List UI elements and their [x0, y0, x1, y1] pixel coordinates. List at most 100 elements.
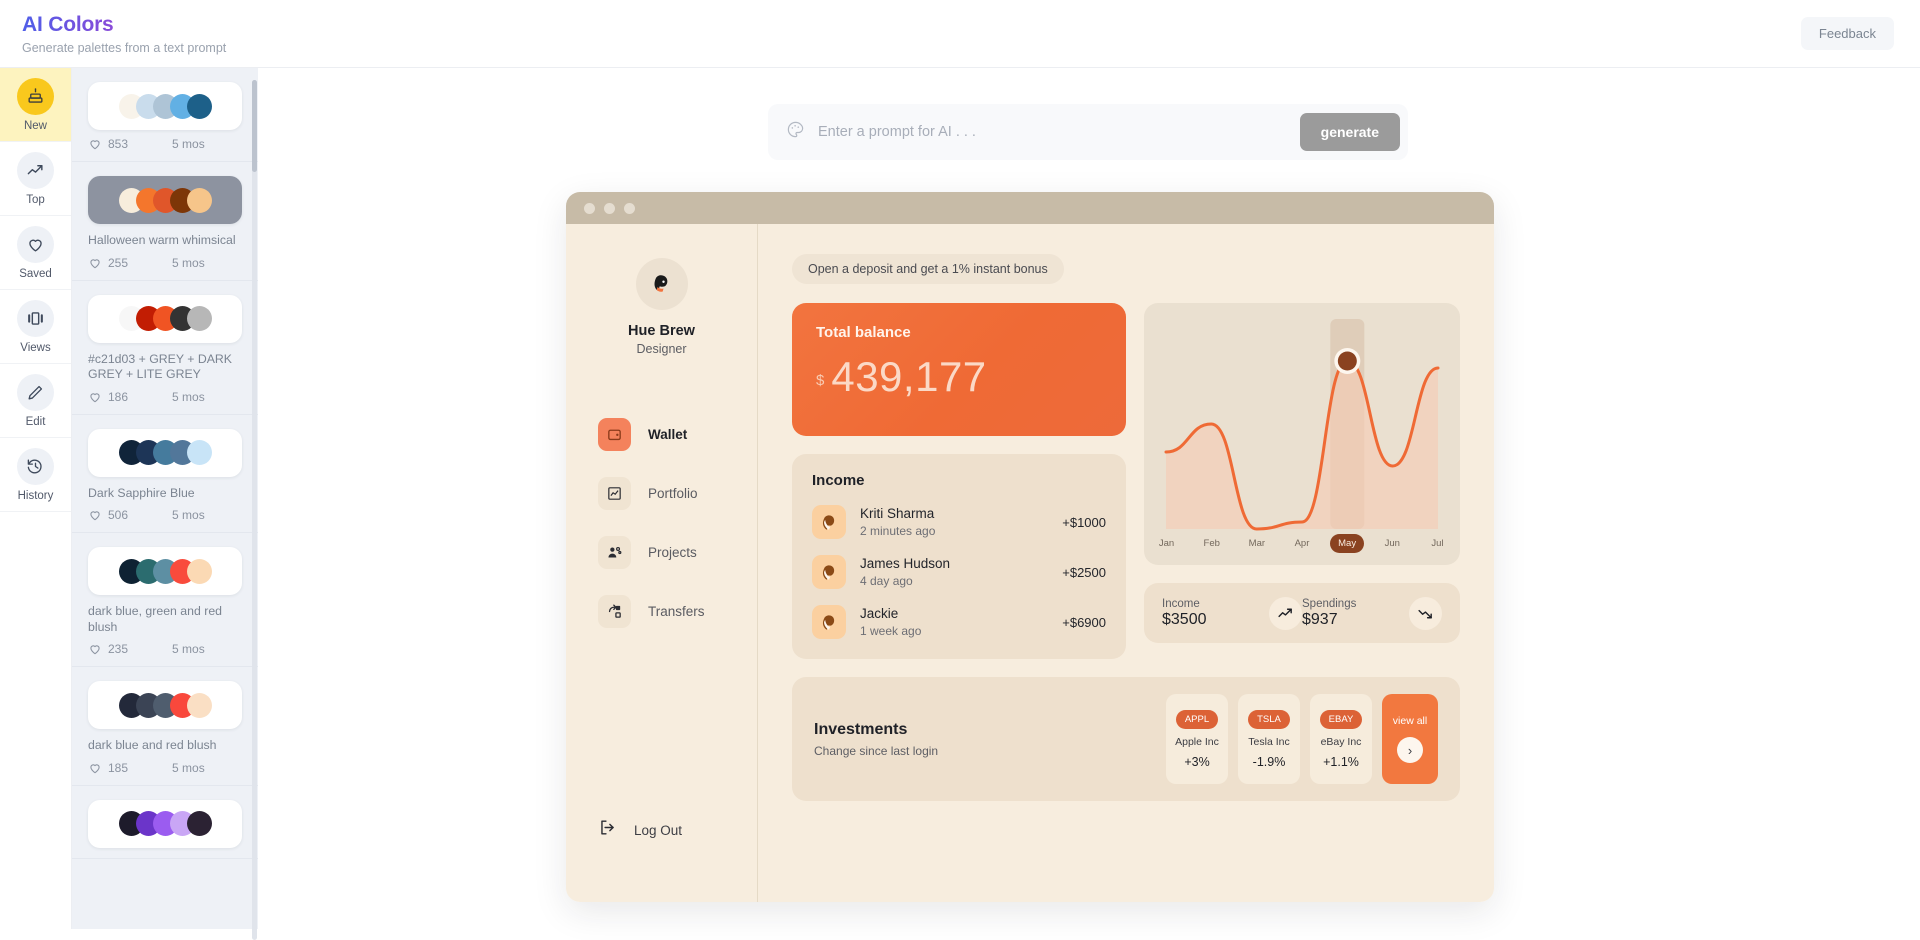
stock-card[interactable]: TSLA Tesla Inc -1.9% [1238, 694, 1300, 784]
chart-month-jan[interactable]: Jan [1150, 534, 1184, 553]
palette-list-item[interactable]: 853 5 mos [72, 68, 258, 162]
stock-ticker: APPL [1175, 709, 1219, 729]
like-count[interactable]: 255 [88, 256, 128, 270]
preview-nav-portfolio[interactable]: Portfolio [598, 477, 757, 510]
palette-swatches[interactable] [88, 547, 242, 595]
trend-up-icon [1269, 596, 1302, 630]
user-role: Designer [636, 342, 687, 356]
stock-change: +1.1% [1323, 754, 1359, 769]
left-nav-rail: New Top Saved Views Edit History [0, 68, 72, 929]
total-balance-card: Total balance $ 439,177 [792, 303, 1126, 436]
like-count[interactable]: 506 [88, 508, 128, 522]
preview-nav-wallet[interactable]: Wallet [598, 418, 757, 451]
sidebar-item-history[interactable]: History [0, 438, 71, 512]
preview-grid: Total balance $ 439,177 Income Kriti Sha… [792, 303, 1460, 659]
palette-swatches[interactable] [88, 681, 242, 729]
palette-name: dark blue, green and red blush [88, 604, 222, 634]
like-count-value: 235 [108, 642, 129, 656]
chart-month-feb[interactable]: Feb [1195, 534, 1229, 553]
preview-nav-projects[interactable]: Projects [598, 536, 757, 569]
page-title: AI Colors [22, 13, 226, 37]
stock-card[interactable]: APPL Apple Inc +3% [1166, 694, 1228, 784]
stat-label: Income [1162, 597, 1200, 610]
palette-swatches[interactable] [88, 799, 242, 848]
chart-month-mar[interactable]: Mar [1240, 534, 1274, 553]
palette-meta: 255 5 mos [88, 256, 242, 270]
chart-x-axis[interactable]: Jan Feb Mar Apr May Jun Jul [1144, 534, 1460, 553]
sidebar-item-label: Views [20, 341, 51, 354]
window-dot-close[interactable] [584, 202, 595, 214]
preview-body: Hue Brew Designer Wallet Portfolio Proje… [566, 224, 1494, 902]
sidebar-item-saved[interactable]: Saved [0, 216, 71, 290]
chart-month-may[interactable]: May [1330, 534, 1365, 553]
preview-left-column: Total balance $ 439,177 Income Kriti Sha… [792, 303, 1126, 659]
search-input[interactable] [818, 124, 1300, 140]
investments-title: Investments [814, 720, 908, 738]
balance-value: 439,177 [831, 353, 987, 400]
palette-meta: 186 5 mos [88, 390, 242, 404]
palette-age: 5 mos [172, 389, 205, 404]
prompt-bar[interactable]: generate [768, 104, 1408, 160]
income-row[interactable]: James Hudson 4 day ago +$2500 [812, 555, 1106, 589]
scrollbar-thumb[interactable] [252, 80, 257, 172]
window-dot-maximize[interactable] [624, 202, 635, 214]
palette-swatches[interactable] [88, 428, 242, 477]
palette-list-item[interactable]: dark blue and red blush 185 5 mos [72, 667, 258, 786]
stock-ticker: EBAY [1319, 709, 1363, 729]
avatar [812, 505, 846, 539]
preview-nav-label: Projects [648, 545, 697, 560]
trending-up-icon [17, 151, 54, 189]
palette-list-item[interactable]: Dark Sapphire Blue 506 5 mos [72, 415, 258, 533]
like-count[interactable]: 853 [88, 137, 128, 151]
like-count[interactable]: 185 [88, 761, 128, 775]
income-row[interactable]: Kriti Sharma 2 minutes ago +$1000 [812, 505, 1106, 539]
palette-swatches[interactable] [88, 82, 242, 130]
sidebar-item-label: History [17, 489, 54, 502]
balance-label: Total balance [816, 324, 911, 341]
avatar [812, 605, 846, 639]
like-count[interactable]: 186 [88, 390, 128, 404]
palette-list-item[interactable]: #c21d03 + GREY + DARK GREY + LITE GREY 1… [72, 281, 258, 415]
palette-list-item[interactable] [72, 786, 258, 859]
main-area: generate Hue Brew Designer [260, 68, 1920, 929]
like-count[interactable]: 235 [88, 642, 128, 656]
generate-button[interactable]: generate [1299, 113, 1400, 151]
sidebar-item-edit[interactable]: Edit [0, 364, 71, 438]
palette-swatches[interactable] [88, 176, 242, 224]
stock-card[interactable]: EBAY eBay Inc +1.1% [1310, 694, 1372, 784]
view-all-button[interactable]: view all › [1382, 694, 1438, 784]
stock-ticker: TSLA [1248, 709, 1290, 729]
projects-icon [598, 536, 631, 569]
stock-name: Tesla Inc [1248, 735, 1290, 748]
chart-month-jun[interactable]: Jun [1375, 534, 1409, 553]
stock-name: Apple Inc [1175, 735, 1219, 748]
preview-nav-transfers[interactable]: Transfers [598, 595, 757, 628]
chart-month-jul[interactable]: Jul [1420, 534, 1454, 553]
window-dot-minimize[interactable] [604, 202, 615, 214]
palette-age: 5 mos [172, 255, 205, 270]
sidebar-item-label: Edit [25, 415, 46, 428]
logout-button[interactable]: Log Out [566, 818, 757, 842]
avatar [812, 555, 846, 589]
brand: AI Colors Generate palettes from a text … [0, 13, 226, 55]
palette-swatches[interactable] [88, 294, 242, 343]
palette-age: 5 mos [172, 642, 205, 656]
wallet-icon [598, 418, 631, 451]
palette-list-item[interactable]: Halloween warm whimsical 255 5 mos [72, 162, 258, 281]
feedback-button[interactable]: Feedback [1800, 17, 1894, 50]
balance-row: $ 439,177 [816, 355, 1102, 399]
like-count-value: 506 [108, 508, 129, 522]
income-time: 4 day ago [860, 574, 913, 588]
sidebar-item-new[interactable]: New [0, 68, 71, 142]
like-count-value: 186 [108, 389, 129, 404]
income-row[interactable]: Jackie 1 week ago +$6900 [812, 605, 1106, 639]
chart-month-apr[interactable]: Apr [1285, 534, 1319, 553]
sidebar-item-top[interactable]: Top [0, 142, 71, 216]
palette-scrollbar[interactable] [252, 80, 257, 940]
deposit-banner: Open a deposit and get a 1% instant bonu… [792, 254, 1064, 284]
stat-value: $3500 [1162, 610, 1207, 628]
palette-list[interactable]: 853 5 mos Halloween warm whimsical 255 5… [72, 68, 258, 929]
palette-list-item[interactable]: dark blue, green and red blush 235 5 mos [72, 533, 258, 667]
sidebar-item-views[interactable]: Views [0, 290, 71, 364]
preview-titlebar [566, 192, 1494, 224]
